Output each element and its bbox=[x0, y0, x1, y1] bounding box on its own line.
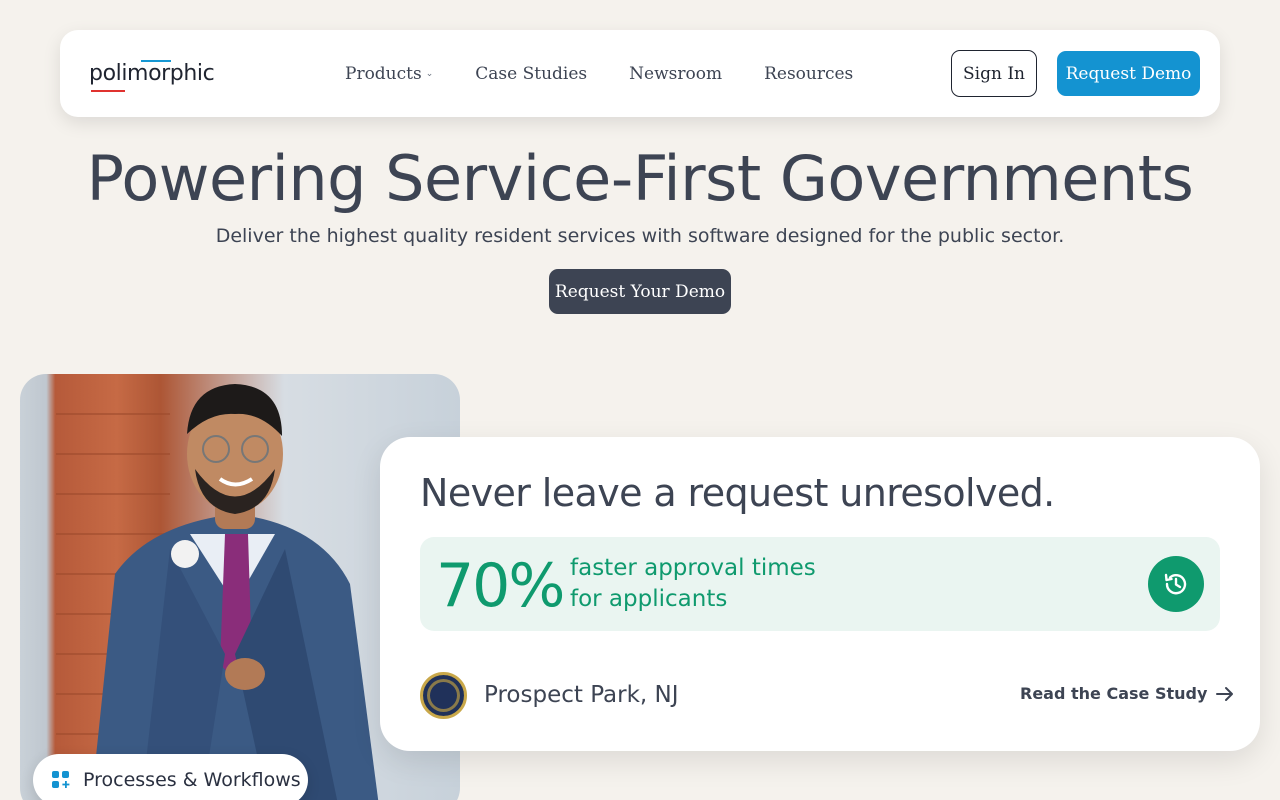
stat-line-1: faster approval times bbox=[570, 555, 816, 581]
nav-products[interactable]: Products ⌄ bbox=[345, 64, 433, 84]
card-title: Never leave a request unresolved. bbox=[420, 471, 1055, 515]
sign-in-button[interactable]: Sign In bbox=[951, 50, 1037, 97]
request-your-demo-button[interactable]: Request Your Demo bbox=[549, 269, 731, 314]
stat-description: faster approval times for applicants bbox=[570, 553, 830, 615]
nav-links: Products ⌄ Case Studies Newsroom Resourc… bbox=[345, 30, 895, 117]
nav-case-studies-label: Case Studies bbox=[475, 63, 588, 84]
case-study-card: Never leave a request unresolved. 70% fa… bbox=[380, 437, 1260, 751]
read-case-study-link[interactable]: Read the Case Study bbox=[1020, 684, 1235, 703]
nav-newsroom-label: Newsroom bbox=[629, 63, 723, 84]
chevron-down-icon: ⌄ bbox=[425, 68, 434, 79]
nav-products-label: Products bbox=[345, 63, 422, 84]
stat-box: 70% faster approval times for applicants bbox=[420, 537, 1220, 631]
nav-resources[interactable]: Resources bbox=[764, 64, 853, 84]
logo-text: polimorphic bbox=[89, 61, 215, 86]
hero-subtitle: Deliver the highest quality resident ser… bbox=[215, 225, 1065, 247]
page: polimorphic Products ⌄ Case Studies News… bbox=[0, 0, 1280, 800]
request-demo-button[interactable]: Request Demo bbox=[1057, 51, 1200, 96]
nav-case-studies[interactable]: Case Studies bbox=[475, 64, 587, 84]
logo-overline-blue bbox=[141, 60, 171, 62]
nav-newsroom[interactable]: Newsroom bbox=[629, 64, 722, 84]
location-label: Prospect Park, NJ bbox=[484, 682, 679, 708]
history-icon bbox=[1148, 556, 1204, 612]
arrow-right-icon bbox=[1216, 686, 1234, 701]
apps-add-icon bbox=[52, 771, 70, 788]
hero-title: Powering Service-First Governments bbox=[86, 142, 1194, 215]
stat-line-2: for applicants bbox=[570, 586, 728, 612]
nav-resources-label: Resources bbox=[764, 63, 854, 84]
top-navbar: polimorphic Products ⌄ Case Studies News… bbox=[60, 30, 1220, 117]
city-seal bbox=[420, 672, 467, 719]
pill-label: Processes & Workflows bbox=[83, 769, 301, 791]
stat-value: 70% bbox=[436, 551, 565, 621]
logo[interactable]: polimorphic bbox=[89, 60, 215, 92]
case-link-label: Read the Case Study bbox=[1020, 684, 1208, 703]
logo-underline-red bbox=[91, 90, 125, 92]
processes-workflows-pill[interactable]: Processes & Workflows bbox=[33, 754, 308, 800]
